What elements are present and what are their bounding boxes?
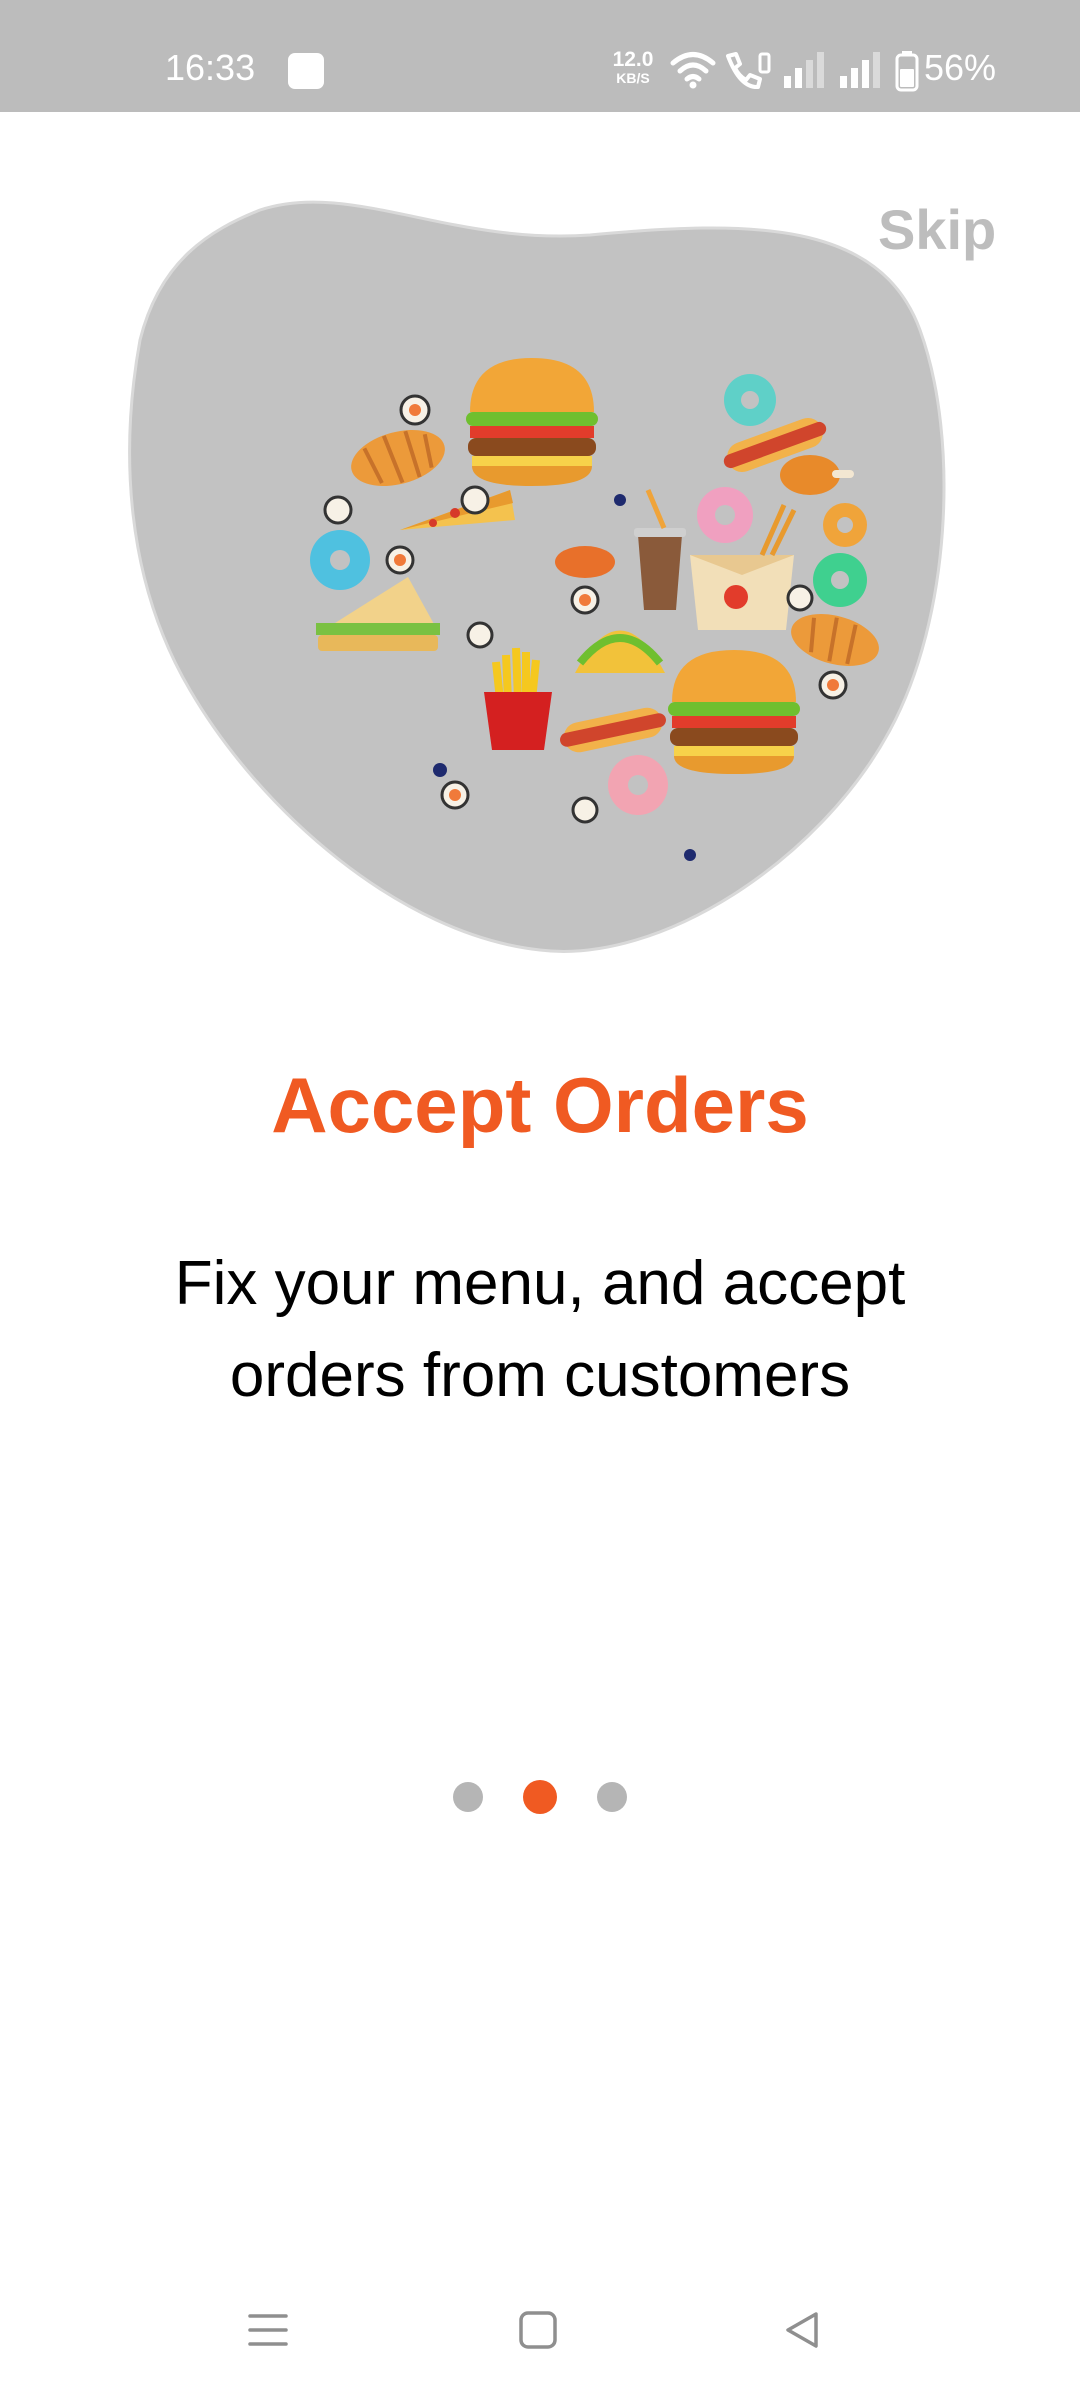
page-dot-active[interactable] <box>523 1780 557 1814</box>
app-notification-icon <box>288 53 324 89</box>
wifi-icon <box>670 52 716 89</box>
donut-icon <box>310 530 370 590</box>
navigation-bar <box>0 2280 1080 2400</box>
network-speed: 12.0 KB/S <box>608 48 658 86</box>
network-speed-unit: KB/S <box>616 70 650 86</box>
donut-icon <box>608 755 668 815</box>
signal-icon <box>784 52 824 88</box>
home-icon[interactable] <box>518 2310 558 2350</box>
hero-illustration <box>128 200 946 953</box>
donut-icon <box>697 487 753 543</box>
drumstick-icon <box>555 546 615 578</box>
donut-icon <box>724 374 776 426</box>
donut-icon <box>813 553 867 607</box>
page-dot[interactable] <box>597 1782 627 1812</box>
network-speed-value: 12.0 <box>612 48 654 71</box>
page-indicator <box>0 1780 1080 1814</box>
donut-icon <box>823 503 867 547</box>
onboarding-subtitle: Fix your menu, and accept orders from cu… <box>174 1249 906 1410</box>
call-icon <box>726 52 771 89</box>
status-bar: 16:33 12.0 KB/S 56% <box>0 0 1080 112</box>
burger-icon <box>668 650 800 774</box>
status-time: 16:33 <box>165 47 256 88</box>
signal-icon <box>840 52 880 88</box>
burger-icon <box>466 358 598 486</box>
menu-icon[interactable] <box>248 2310 288 2350</box>
battery-icon <box>895 51 919 92</box>
battery-percent: 56% <box>924 47 997 88</box>
onboarding-title: Accept Orders <box>271 1061 809 1149</box>
page-dot[interactable] <box>453 1782 483 1812</box>
back-icon[interactable] <box>782 2310 822 2350</box>
